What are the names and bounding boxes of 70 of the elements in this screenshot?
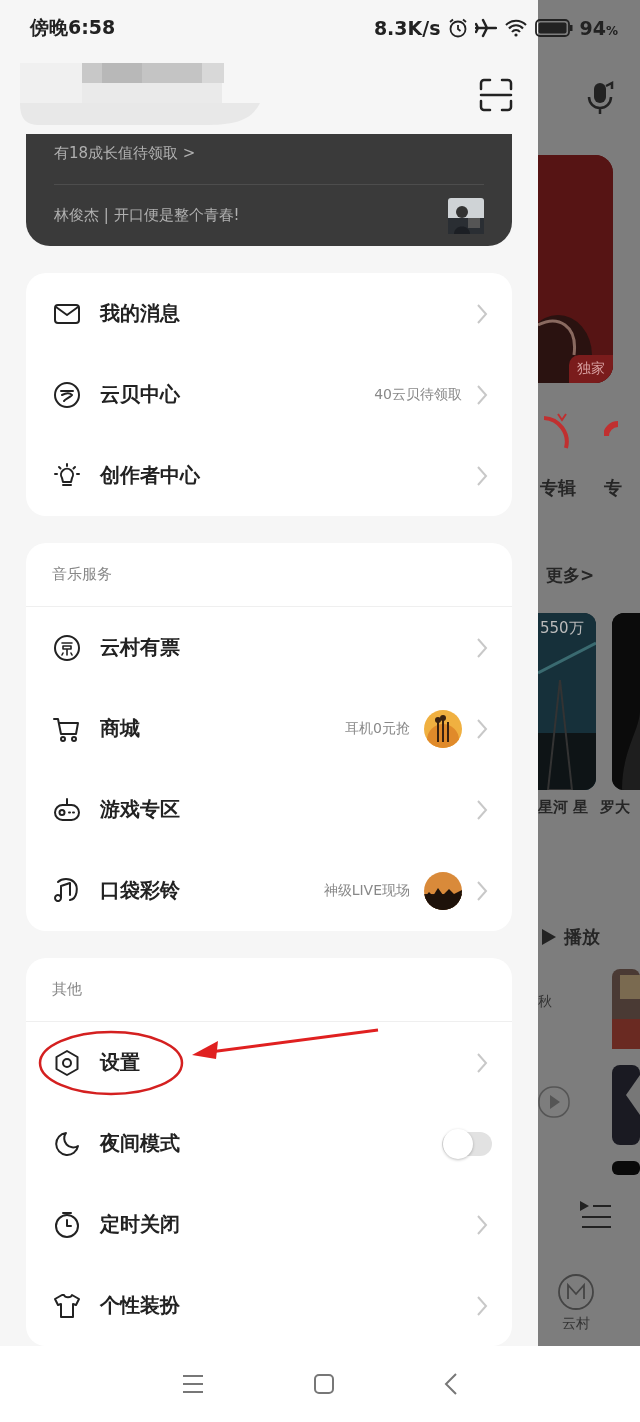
chevron-icon (476, 1294, 488, 1317)
menu-item[interactable]: 云贝中心 40云贝待领取 (26, 354, 512, 435)
menu-item[interactable]: 我的消息 (26, 273, 512, 354)
coin-icon (52, 379, 82, 410)
chevron-icon (476, 302, 488, 325)
chevron-icon (476, 383, 488, 406)
back-icon[interactable] (444, 1373, 458, 1395)
chevron-icon (476, 1051, 488, 1074)
playlist-title: 星河 星 (538, 798, 589, 818)
play-count: 550万 (540, 619, 584, 638)
playlist-title: 罗大 (600, 798, 631, 818)
menu-item[interactable]: 创作者中心 (26, 435, 512, 516)
chevron-icon (476, 1213, 488, 1236)
song-subtitle: 秋 (538, 993, 552, 1011)
menu-label: 云贝中心 (100, 381, 180, 408)
play-icon[interactable] (542, 929, 556, 945)
community-tab-icon[interactable] (557, 1273, 595, 1311)
chevron-icon (476, 464, 488, 487)
menu-item[interactable]: 游戏专区 (26, 769, 512, 850)
vip-card[interactable]: 有18成长值待领取 > 林俊杰 | 开口便是整个青春! (26, 134, 512, 246)
menu-label: 创作者中心 (100, 462, 200, 489)
night-mode-switch[interactable] (442, 1131, 492, 1156)
play-all-label[interactable]: 播放 (564, 925, 600, 949)
song-caption: 林俊杰 | 开口便是整个青春! (54, 206, 240, 226)
home-icon[interactable] (314, 1374, 334, 1394)
chevron-icon (476, 636, 488, 659)
menu-label: 个性装扮 (100, 1292, 180, 1319)
menu-item[interactable]: 口袋彩铃 神级LIVE现场 (26, 850, 512, 931)
ticket-icon (52, 632, 82, 663)
menu-label: 定时关闭 (100, 1211, 180, 1238)
section-title: 其他 (52, 980, 82, 999)
section-title: 音乐服务 (52, 565, 112, 584)
menu-note: 神级LIVE现场 (323, 881, 410, 900)
wifi-icon (503, 18, 528, 38)
battery-level: 94 (579, 17, 606, 39)
more-link[interactable]: 更多> (546, 563, 595, 587)
menu-item[interactable]: 商城 耳机0元抢 (26, 688, 512, 769)
menu-note: 40云贝待领取 (374, 385, 462, 404)
scan-icon[interactable] (478, 77, 514, 114)
menu-item[interactable]: 设置 (26, 1022, 512, 1103)
chevron-icon (476, 798, 488, 821)
battery-icon (534, 18, 573, 38)
menu-item[interactable]: 个性装扮 (26, 1265, 512, 1346)
battery-unit: % (605, 24, 618, 38)
exclusive-badge: 独家 (569, 355, 613, 383)
menu-item[interactable]: 云村有票 (26, 607, 512, 688)
menu-label: 云村有票 (100, 634, 180, 661)
shortcut-label[interactable]: 专 (604, 476, 622, 500)
status-time: 傍晚6:58 (30, 15, 116, 40)
timer-icon (52, 1209, 82, 1240)
network-speed: 8.3K/s (373, 17, 441, 39)
menu-item[interactable]: 定时关闭 (26, 1184, 512, 1265)
shortcut-label[interactable]: 专辑 (540, 476, 576, 500)
chevron-icon (476, 879, 488, 902)
banner-card[interactable]: 独家 (538, 155, 613, 383)
menu-icon[interactable] (182, 1374, 204, 1394)
menu-label: 我的消息 (100, 300, 180, 327)
microphone-icon[interactable] (586, 80, 616, 116)
growth-link[interactable]: 有18成长值待领取 > (54, 142, 484, 165)
menu-note: 耳机0元抢 (345, 719, 410, 738)
airplane-icon (474, 18, 497, 38)
menu-item[interactable]: 夜间模式 (26, 1103, 512, 1184)
playlist-icon[interactable] (580, 1199, 612, 1229)
menu-label: 游戏专区 (100, 796, 180, 823)
menu-label: 口袋彩铃 (100, 877, 180, 904)
chevron-icon (476, 717, 488, 740)
alarm-icon (447, 18, 468, 38)
menu-label: 设置 (100, 1049, 140, 1076)
menu-label: 商城 (100, 715, 140, 742)
menu-label: 夜间模式 (100, 1130, 180, 1157)
